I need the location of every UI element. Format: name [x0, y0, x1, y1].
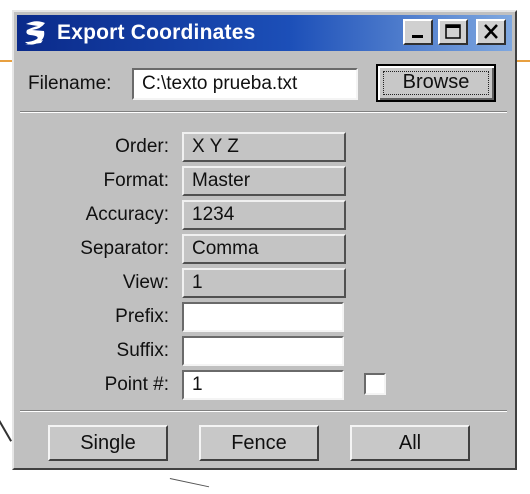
format-selector[interactable]: Master — [182, 166, 346, 196]
minimize-icon — [412, 35, 423, 38]
order-selector[interactable]: X Y Z — [182, 132, 346, 162]
close-icon — [484, 24, 498, 39]
point-number-input[interactable]: 1 — [182, 370, 344, 400]
maximize-icon — [445, 24, 461, 39]
export-coordinates-dialog: Export Coordinates Filename: C:\texto pr… — [12, 10, 517, 470]
separator-line — [20, 111, 507, 113]
background-stroke — [169, 478, 210, 488]
background-stroke — [0, 420, 13, 442]
accuracy-label: Accuracy: — [85, 204, 169, 225]
all-button[interactable]: All — [350, 425, 470, 461]
separator-selector[interactable]: Comma — [182, 234, 346, 264]
title-bar[interactable]: Export Coordinates — [17, 15, 512, 51]
separator-label: Separator: — [80, 238, 169, 259]
point-number-label: Point #: — [104, 374, 169, 395]
suffix-label: Suffix: — [116, 340, 169, 361]
format-label: Format: — [103, 170, 169, 191]
point-number-checkbox[interactable] — [364, 373, 386, 395]
view-selector[interactable]: 1 — [182, 268, 346, 298]
close-button[interactable] — [476, 19, 506, 45]
browse-button[interactable]: Browse — [376, 64, 496, 102]
filename-field[interactable]: C:\texto prueba.txt — [132, 68, 358, 100]
prefix-input[interactable] — [182, 302, 344, 332]
window-title: Export Coordinates — [57, 21, 256, 44]
maximize-button[interactable] — [438, 19, 468, 45]
accuracy-selector[interactable]: 1234 — [182, 200, 346, 230]
single-button[interactable]: Single — [48, 425, 168, 461]
order-label: Order: — [115, 136, 169, 157]
separator-line — [20, 410, 507, 412]
prefix-label: Prefix: — [115, 306, 169, 327]
filename-label: Filename: — [28, 73, 112, 94]
focus-rectangle — [383, 71, 489, 95]
microstation-logo-icon — [25, 21, 45, 45]
minimize-button[interactable] — [403, 19, 433, 45]
suffix-input[interactable] — [182, 336, 344, 366]
fence-button[interactable]: Fence — [199, 425, 319, 461]
view-label: View: — [122, 272, 169, 293]
